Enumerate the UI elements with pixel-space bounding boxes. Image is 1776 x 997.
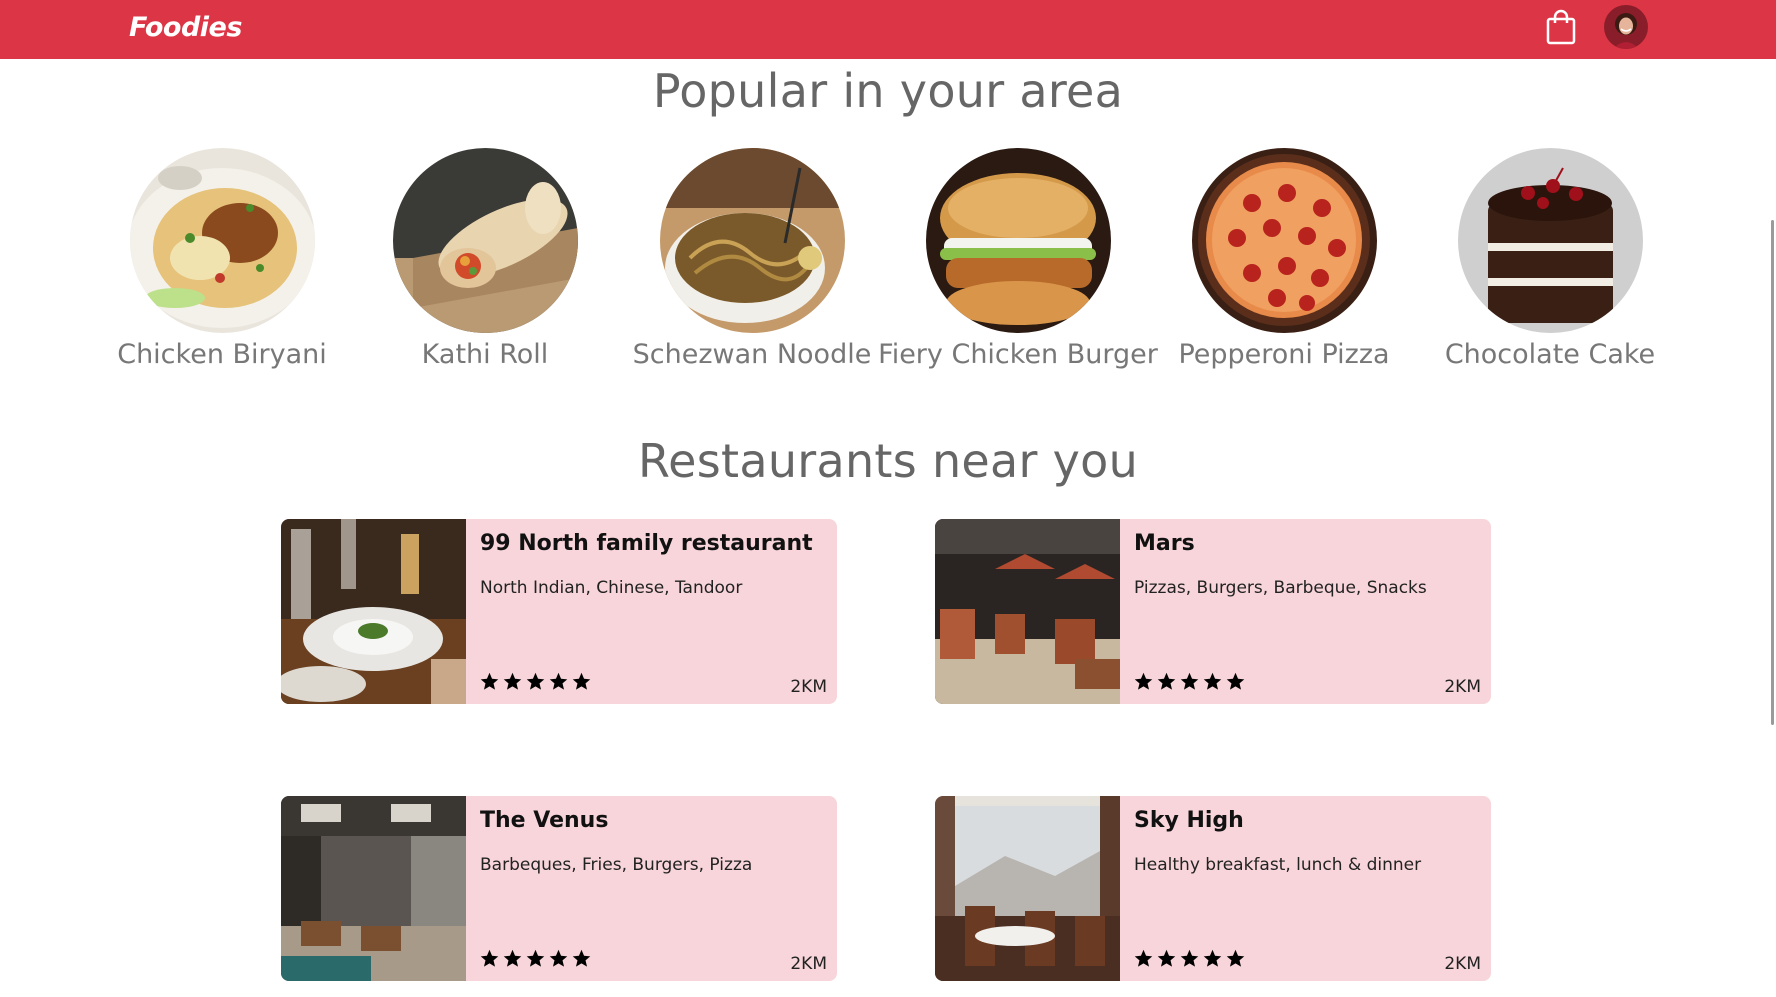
dish-image <box>129 148 315 333</box>
restaurant-card[interactable]: The Venus Barbeques, Fries, Burgers, Piz… <box>281 796 837 981</box>
restaurant-distance: 2KM <box>790 954 827 974</box>
star-rating <box>1133 671 1246 693</box>
dish-name: Schezwan Noodle <box>632 339 872 370</box>
restaurant-photo <box>935 519 1120 704</box>
restaurant-name: 99 North family restaurant <box>480 531 813 556</box>
dish-item[interactable]: Fiery Chicken Burger <box>873 148 1163 370</box>
star-rating <box>479 671 592 693</box>
star-icon <box>1203 949 1222 967</box>
dish-name: Kathi Roll <box>421 339 549 370</box>
restaurant-photo <box>281 519 466 704</box>
star-icon <box>526 949 545 967</box>
dish-name: Fiery Chicken Burger <box>878 339 1158 370</box>
brand-logo[interactable]: Foodies <box>129 12 242 43</box>
dish-image <box>392 148 578 333</box>
dish-item[interactable]: Chocolate Cake <box>1405 148 1695 370</box>
star-icon <box>1226 672 1245 690</box>
star-icon <box>503 949 522 967</box>
dish-name: Chocolate Cake <box>1444 339 1656 370</box>
star-icon <box>572 949 591 967</box>
star-icon <box>549 672 568 690</box>
star-icon <box>1180 949 1199 967</box>
top-navbar: Foodies <box>0 0 1776 59</box>
star-icon <box>526 672 545 690</box>
dish-item[interactable]: Kathi Roll <box>340 148 630 370</box>
star-icon <box>480 949 499 967</box>
dish-image <box>1457 148 1643 333</box>
restaurant-card[interactable]: Sky High Healthy breakfast, lunch & dinn… <box>935 796 1491 981</box>
dish-item[interactable]: Schezwan Noodle <box>607 148 897 370</box>
restaurant-cuisine: Pizzas, Burgers, Barbeque, Snacks <box>1134 578 1427 598</box>
star-icon <box>572 672 591 690</box>
restaurant-name: Sky High <box>1134 808 1244 833</box>
star-icon <box>1134 672 1153 690</box>
restaurant-photo <box>935 796 1120 981</box>
restaurant-cuisine: Barbeques, Fries, Burgers, Pizza <box>480 855 753 875</box>
star-icon <box>1180 672 1199 690</box>
dish-name: Pepperoni Pizza <box>1178 339 1390 370</box>
dish-item[interactable]: Chicken Biryani <box>77 148 367 370</box>
restaurant-distance: 2KM <box>1444 954 1481 974</box>
star-icon <box>1226 949 1245 967</box>
star-rating <box>1133 948 1246 970</box>
restaurant-distance: 2KM <box>790 677 827 697</box>
star-icon <box>1157 949 1176 967</box>
star-icon <box>503 672 522 690</box>
restaurant-card[interactable]: Mars Pizzas, Burgers, Barbeque, Snacks 2… <box>935 519 1491 704</box>
star-rating <box>479 948 592 970</box>
restaurant-photo <box>281 796 466 981</box>
restaurant-distance: 2KM <box>1444 677 1481 697</box>
restaurant-cuisine: Healthy breakfast, lunch & dinner <box>1134 855 1422 875</box>
dish-image <box>659 148 845 333</box>
shopping-bag-icon[interactable] <box>1545 9 1577 45</box>
star-icon <box>1157 672 1176 690</box>
user-avatar[interactable] <box>1604 5 1648 49</box>
star-icon <box>549 949 568 967</box>
restaurant-name: Mars <box>1134 531 1195 556</box>
star-icon <box>1203 672 1222 690</box>
dish-image <box>925 148 1111 333</box>
restaurant-card[interactable]: 99 North family restaurant North Indian,… <box>281 519 837 704</box>
restaurants-heading: Restaurants near you <box>637 434 1139 488</box>
popular-heading: Popular in your area <box>652 64 1124 118</box>
restaurant-cuisine: North Indian, Chinese, Tandoor <box>480 578 743 598</box>
star-icon <box>480 672 499 690</box>
dish-name: Chicken Biryani <box>117 339 327 370</box>
restaurant-name: The Venus <box>480 808 609 833</box>
star-icon <box>1134 949 1153 967</box>
dish-image <box>1191 148 1377 333</box>
dish-item[interactable]: Pepperoni Pizza <box>1139 148 1429 370</box>
